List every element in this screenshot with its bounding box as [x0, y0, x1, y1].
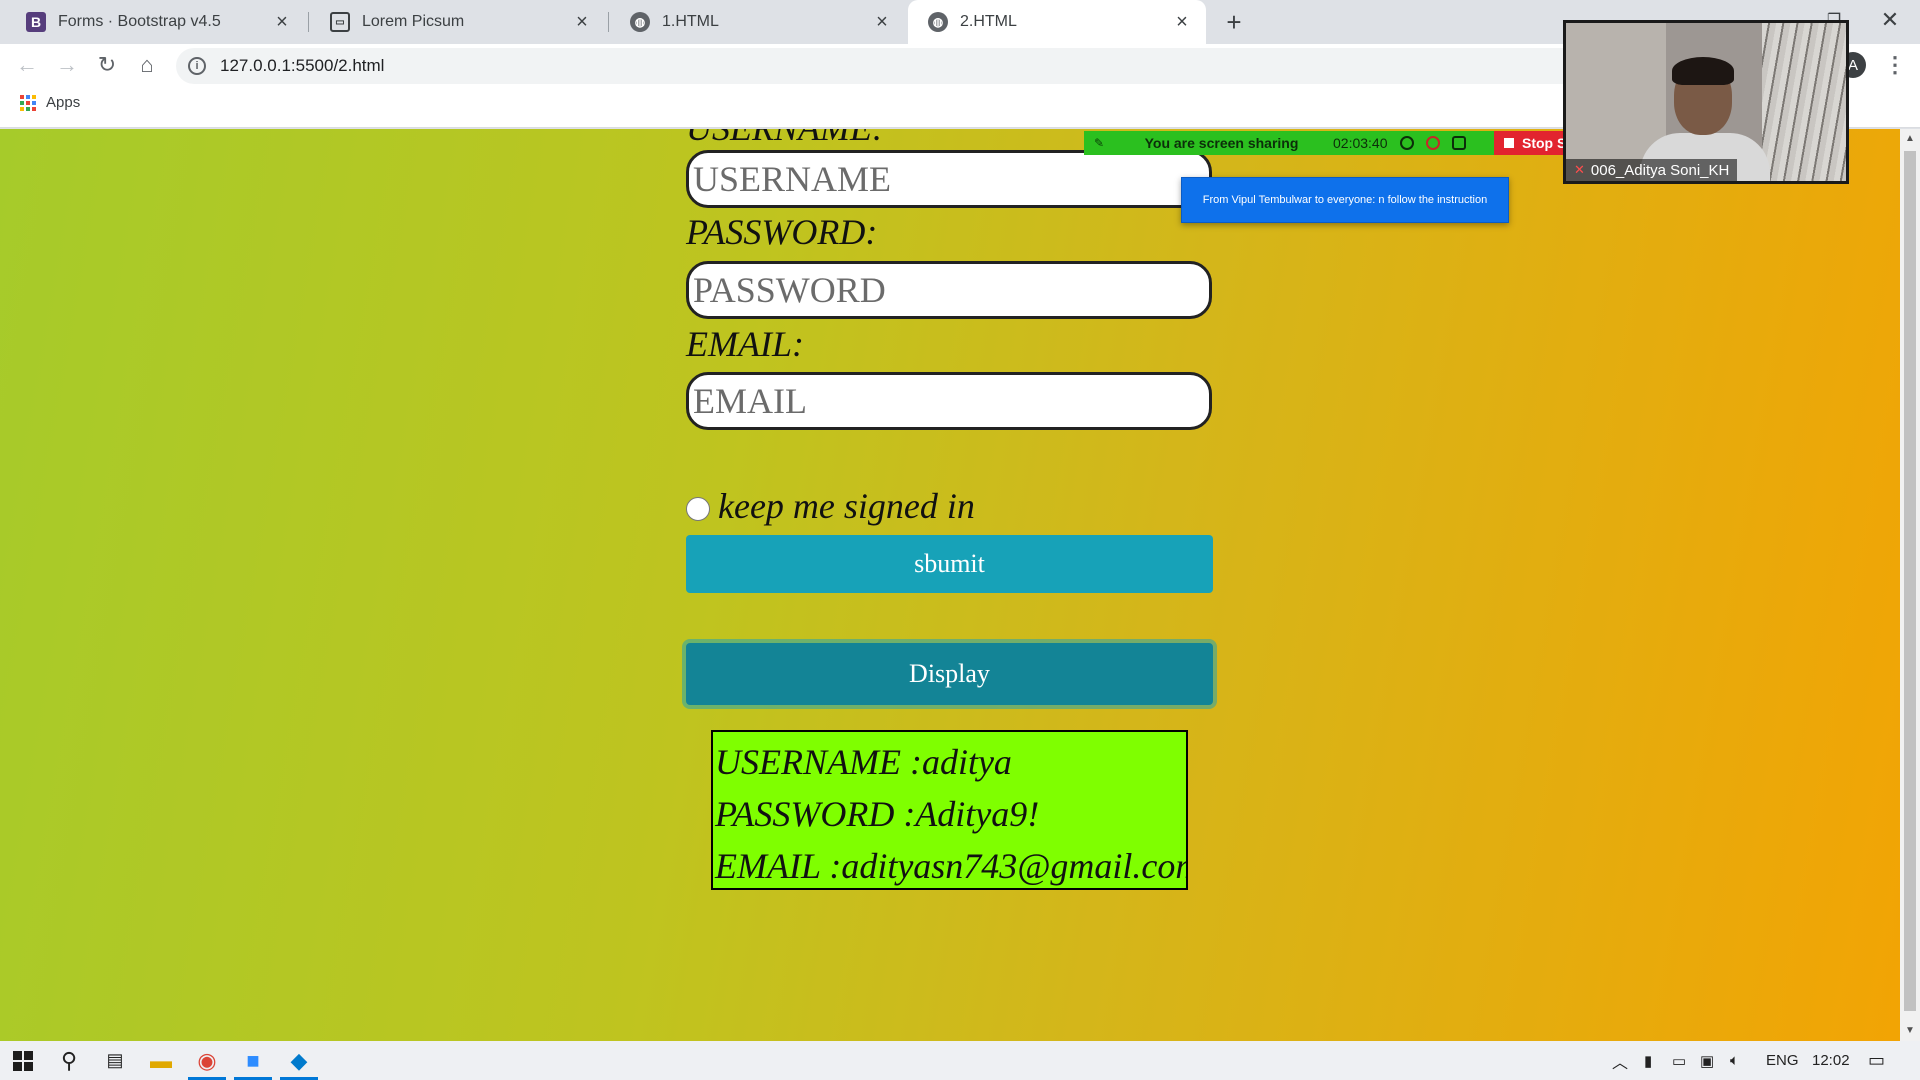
pin-icon[interactable]: ✎ [1084, 136, 1114, 150]
globe-icon: ◍ [928, 12, 948, 32]
email-label: EMAIL: [686, 324, 804, 364]
tab-title: Lorem Picsum [362, 13, 465, 30]
search-icon[interactable]: ⚲ [46, 1041, 92, 1080]
new-tab-button[interactable]: + [1220, 7, 1248, 37]
start-button[interactable] [0, 1041, 46, 1080]
participant-name-tag: ✕ 006_Aditya Soni_KH [1566, 159, 1738, 181]
output-email: EMAIL :adityasn743@gmail.com [715, 846, 1188, 886]
keep-signed-in-label: keep me signed in [718, 486, 975, 526]
username-input[interactable] [686, 150, 1212, 208]
network-icon[interactable]: ▣ [1700, 1041, 1714, 1080]
output-username: USERNAME :aditya [715, 742, 1012, 782]
tab-title: Forms · Bootstrap v4.5 [58, 13, 221, 30]
stop-share-label: Stop S [1522, 135, 1564, 151]
chrome-icon[interactable]: ◉ [184, 1041, 230, 1080]
volume-icon[interactable]: 🔈︎ [1730, 1041, 1739, 1080]
password-label: PASSWORD: [686, 212, 878, 252]
back-button[interactable]: ← [10, 48, 44, 82]
security-shield-icon[interactable] [1451, 136, 1466, 150]
taskbar: ⚲ ▤ ▬ ◉ ■ ◆ ︿ ▮ ▭ ▣ 🔈︎ ENG 12:02 ▭ [0, 1041, 1920, 1080]
notifications-icon[interactable]: ▭ [1868, 1041, 1885, 1080]
page-scrollbar[interactable]: ▲ ▼ [1900, 129, 1920, 1041]
clock[interactable]: 12:02 [1812, 1041, 1850, 1080]
page-viewport: USERNAME: PASSWORD: EMAIL: keep me signe… [0, 129, 1900, 1041]
info-icon[interactable]: i [188, 57, 206, 75]
globe-icon: ◍ [630, 12, 650, 32]
tab-forms-bootstrap[interactable]: B Forms · Bootstrap v4.5 × [6, 0, 306, 44]
close-icon[interactable]: × [272, 11, 292, 33]
tray-chevron-icon[interactable]: ︿ [1612, 1041, 1628, 1080]
chat-notification[interactable]: From Vipul Tembulwar to everyone: n foll… [1181, 177, 1509, 223]
apps-grid-icon [20, 94, 36, 111]
browser-menu-button[interactable]: ⋮ [1880, 50, 1910, 80]
output-password: PASSWORD :Aditya9! [715, 794, 1040, 834]
task-view-icon[interactable]: ▤ [92, 1041, 138, 1080]
zoom-icon[interactable]: ■ [230, 1041, 276, 1080]
home-button[interactable]: ⌂ [130, 48, 164, 82]
email-input[interactable] [686, 372, 1212, 430]
output-box: USERNAME :aditya PASSWORD :Aditya9! EMAI… [711, 730, 1188, 890]
scroll-down-arrow-icon[interactable]: ▼ [1904, 1025, 1916, 1037]
share-status-text: You are screen sharing [1144, 135, 1299, 151]
participant-name: 006_Aditya Soni_KH [1590, 161, 1730, 179]
tab-title: 1.HTML [662, 13, 719, 30]
bootstrap-icon: B [26, 12, 46, 32]
vscode-icon[interactable]: ◆ [276, 1041, 322, 1080]
screen-share-bar: ✎ You are screen sharing 02:03:40 Stop S [1084, 131, 1564, 155]
close-icon[interactable]: × [572, 11, 592, 33]
mute-icon[interactable] [1399, 136, 1414, 150]
chat-message: From Vipul Tembulwar to everyone: n foll… [1202, 194, 1488, 206]
tab-divider [608, 12, 609, 32]
reload-button[interactable]: ↻ [90, 48, 124, 82]
language-indicator[interactable]: ENG [1766, 1041, 1799, 1080]
close-window-button[interactable]: ✕ [1862, 0, 1918, 40]
participant-hair [1672, 57, 1734, 85]
stop-icon [1504, 138, 1514, 148]
windows-icon [13, 1050, 33, 1071]
battery-icon[interactable]: ▭ [1672, 1041, 1686, 1080]
video-curtain [1762, 23, 1846, 181]
file-explorer-icon[interactable]: ▬ [138, 1041, 184, 1080]
tab-title: 2.HTML [960, 13, 1017, 30]
username-label: USERNAME: [686, 129, 884, 149]
picsum-icon: ▭ [330, 12, 350, 32]
share-timer: 02:03:40 [1333, 135, 1388, 151]
stop-share-button[interactable]: Stop S [1494, 131, 1564, 155]
submit-button[interactable]: sbumit [686, 535, 1213, 593]
record-icon[interactable] [1425, 136, 1440, 150]
tab-2-html[interactable]: ◍ 2.HTML × [908, 0, 1206, 44]
scroll-up-arrow-icon[interactable]: ▲ [1904, 133, 1916, 145]
mic-muted-icon: ✕ [1574, 162, 1585, 177]
forward-button[interactable]: → [50, 48, 84, 82]
scroll-thumb[interactable] [1904, 151, 1916, 1011]
tab-1-html[interactable]: ◍ 1.HTML × [610, 0, 906, 44]
microphone-icon[interactable]: ▮ [1644, 1041, 1652, 1080]
close-icon[interactable]: × [1172, 11, 1192, 33]
tab-divider [308, 12, 309, 32]
address-bar[interactable]: i 127.0.0.1:5500/2.html [176, 48, 1656, 84]
keep-signed-in-radio[interactable] [686, 497, 710, 521]
display-button[interactable]: Display [686, 643, 1213, 705]
tab-lorem-picsum[interactable]: ▭ Lorem Picsum × [310, 0, 606, 44]
apps-bookmark[interactable]: Apps [20, 94, 80, 111]
url-text: 127.0.0.1:5500/2.html [220, 56, 385, 75]
apps-label: Apps [46, 94, 81, 111]
participant-video-tile[interactable]: ✕ 006_Aditya Soni_KH [1563, 20, 1849, 184]
close-icon[interactable]: × [872, 11, 892, 33]
password-input[interactable] [686, 261, 1212, 319]
share-status[interactable]: ✎ You are screen sharing 02:03:40 [1084, 131, 1494, 155]
